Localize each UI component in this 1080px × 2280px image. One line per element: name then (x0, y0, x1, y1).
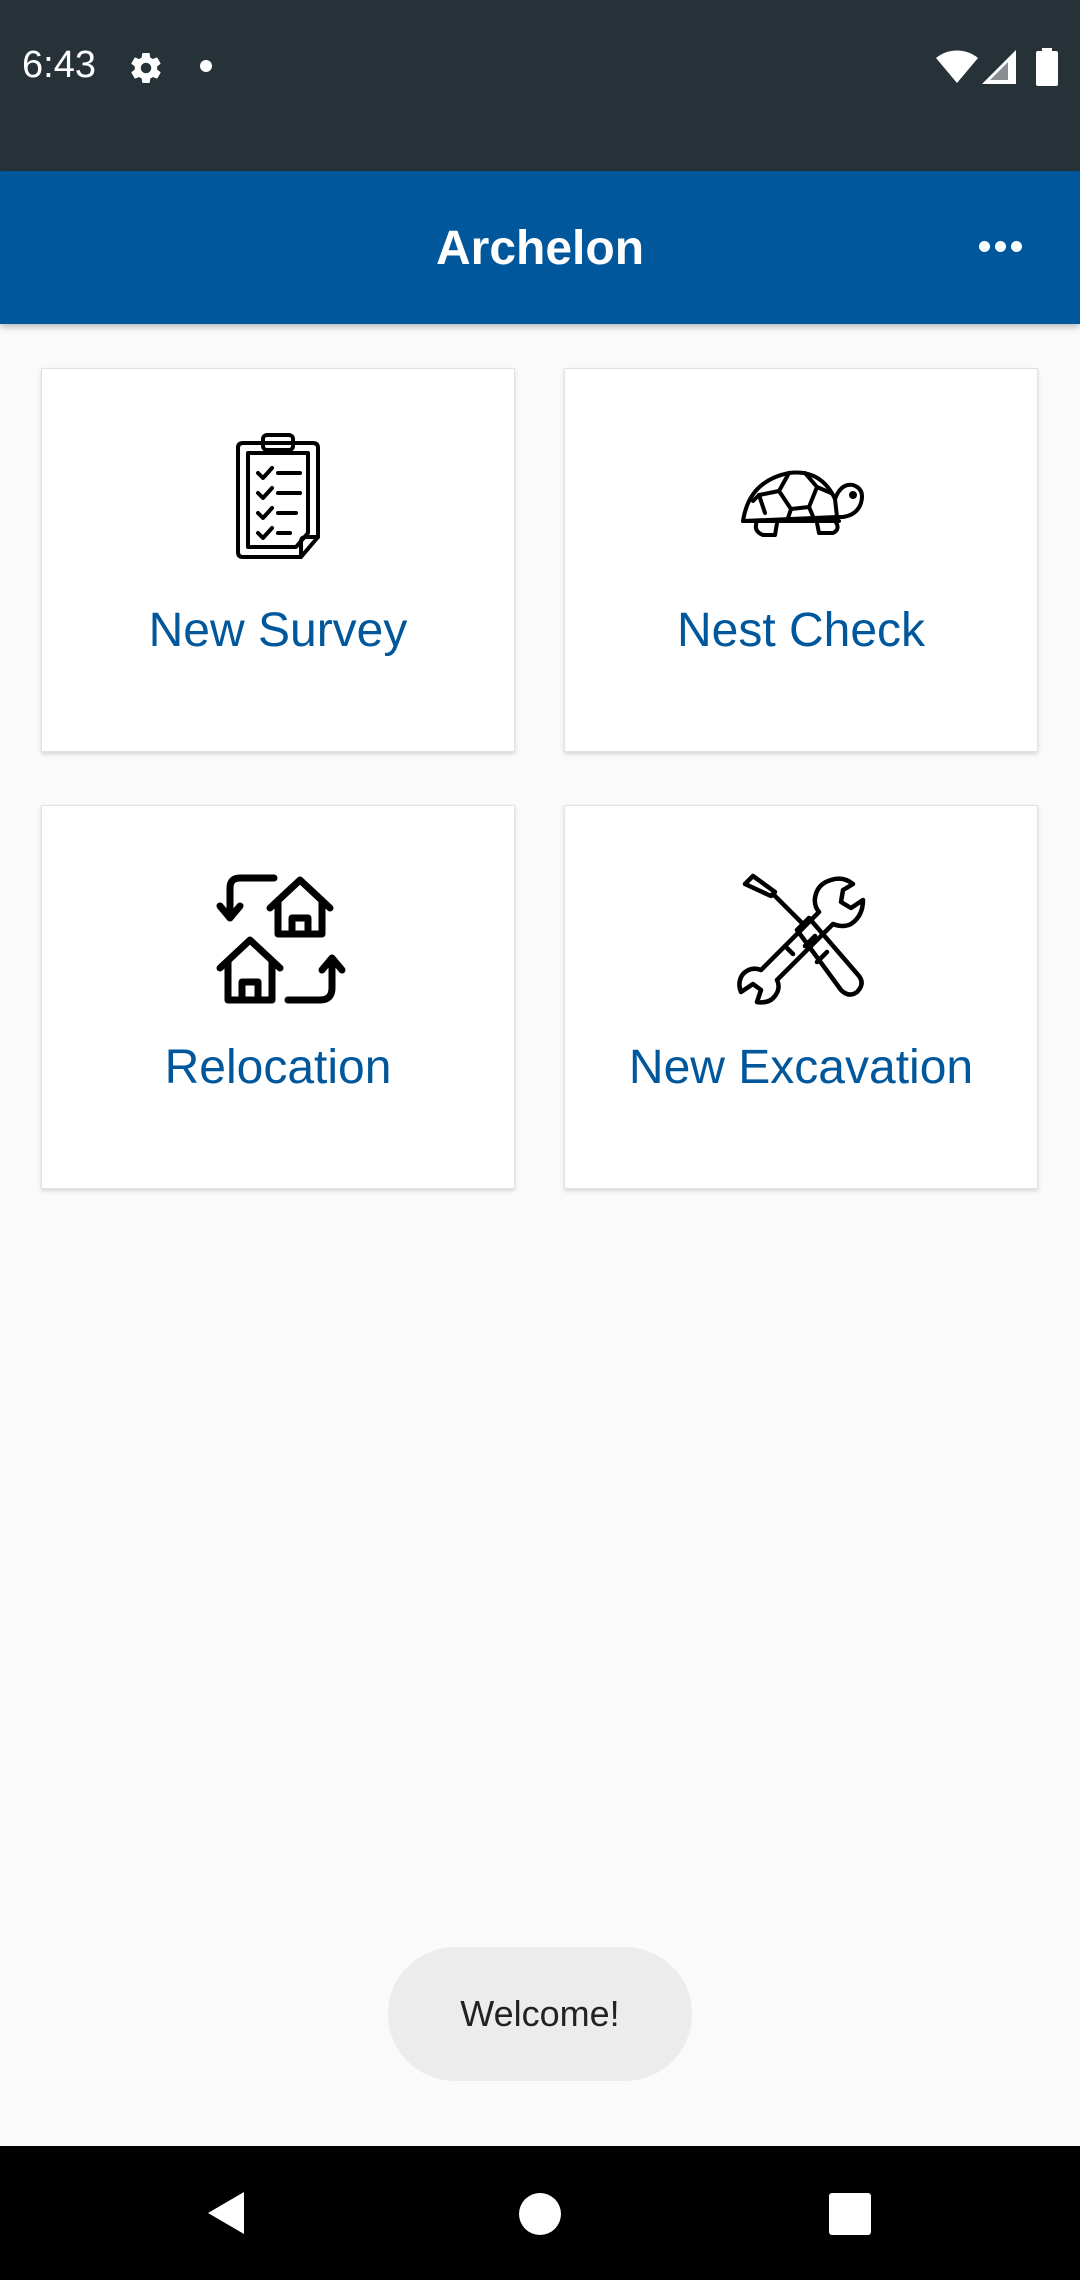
nest-check-card[interactable]: Nest Check (564, 368, 1038, 752)
nest-check-label: Nest Check (676, 604, 926, 657)
status-bar: 6:43 (0, 0, 1080, 171)
new-excavation-label: New Excavation (628, 1041, 974, 1094)
more-horizontal-icon[interactable] (960, 211, 1040, 281)
clipboard-checklist-icon (236, 433, 320, 559)
navigation-bar (0, 2146, 1080, 2280)
screen: 6:43 Archelon New Survey Nest Check Relo… (0, 0, 1080, 2280)
houses-swap-icon (216, 874, 346, 1004)
settings-gear-icon (131, 53, 161, 84)
relocation-label: Relocation (164, 1041, 392, 1094)
app-bar: Archelon (0, 171, 1080, 324)
cell-signal-icon (982, 50, 1016, 84)
back-icon[interactable] (206, 2190, 246, 2236)
notification-dot-icon (200, 60, 212, 72)
home-icon[interactable] (519, 2193, 561, 2235)
recents-icon[interactable] (829, 2193, 871, 2235)
status-time: 6:43 (22, 44, 96, 86)
battery-icon (1036, 48, 1058, 86)
turtle-icon (741, 470, 864, 537)
wrench-screwdriver-icon (737, 873, 866, 1005)
new-excavation-card[interactable]: New Excavation (564, 805, 1038, 1189)
app-title: Archelon (435, 222, 645, 275)
new-survey-label: New Survey (148, 604, 408, 657)
welcome-toast: Welcome! (388, 1947, 692, 2081)
relocation-card[interactable]: Relocation (41, 805, 515, 1189)
wifi-icon (936, 50, 978, 83)
new-survey-card[interactable]: New Survey (41, 368, 515, 752)
